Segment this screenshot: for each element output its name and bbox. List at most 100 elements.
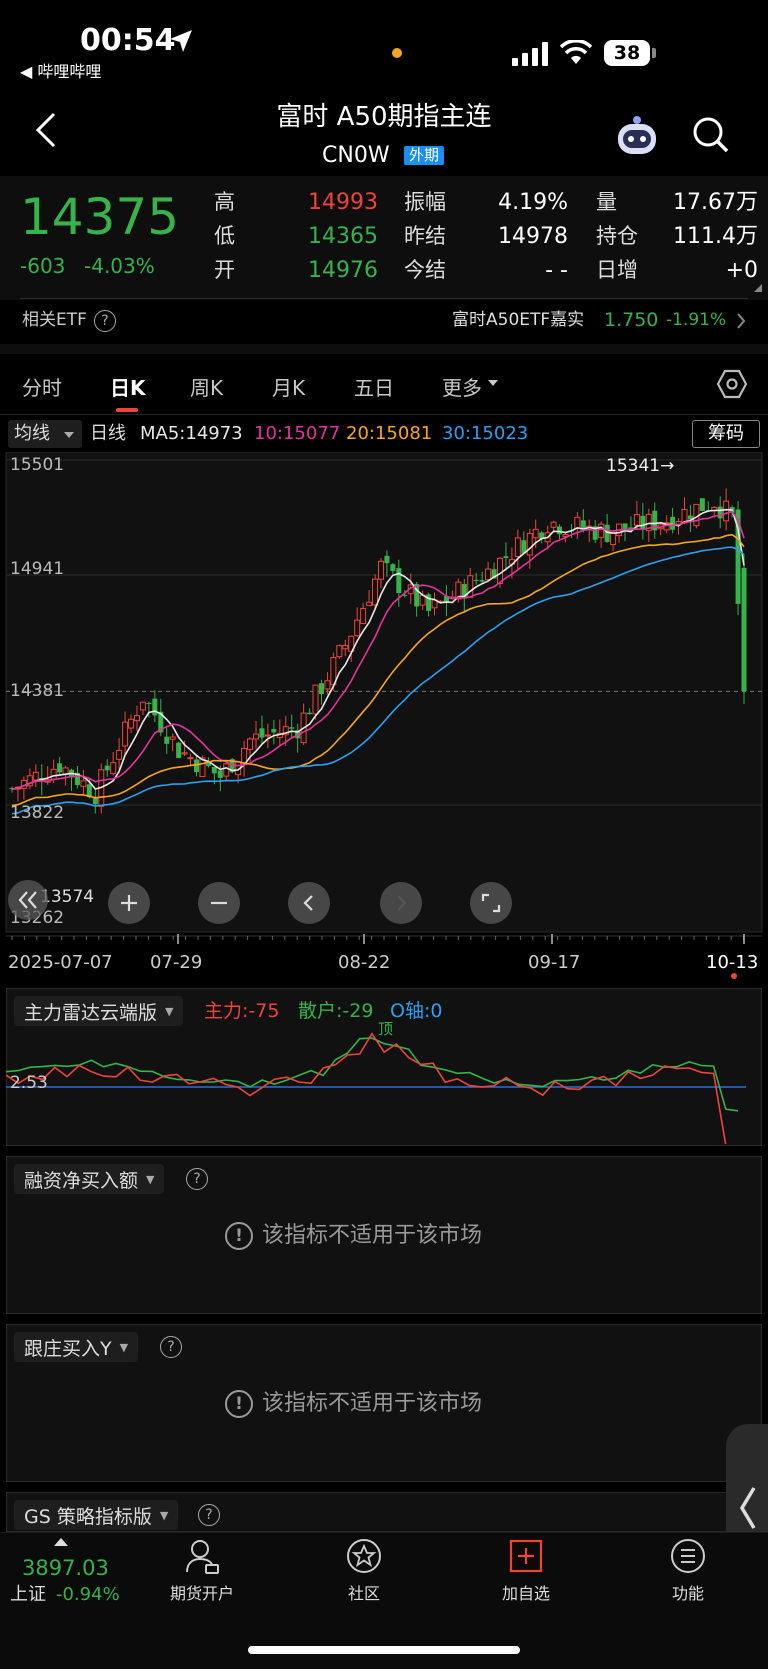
follow-selector[interactable]: 跟庄买入Y ▼: [14, 1332, 139, 1362]
expand-corner-icon[interactable]: [754, 284, 762, 292]
nav-futures-account[interactable]: 期货开户: [142, 1538, 262, 1604]
candle-body: [181, 752, 188, 755]
etf-name[interactable]: 富时A50ETF嘉实: [452, 312, 584, 329]
not-applicable-message: 该指标不适用于该市场: [262, 1223, 483, 1248]
help-icon[interactable]: ?: [186, 1168, 208, 1190]
candle-body: [485, 568, 492, 581]
prev-settle-value: 14978: [498, 224, 568, 249]
dropdown-arrow: [64, 432, 74, 438]
price-change-pct: -4.03%: [84, 254, 155, 278]
etf-price: 1.750: [604, 309, 659, 331]
candle-body: [342, 644, 349, 650]
chevron-left-icon: [739, 1487, 756, 1529]
help-icon[interactable]: ?: [160, 1336, 182, 1358]
candle-body: [717, 506, 723, 519]
financing-name: 融资净买入额: [24, 1169, 139, 1192]
candle-body: [122, 721, 129, 747]
top-signal-label: 顶: [378, 1020, 394, 1038]
candle-body: [164, 736, 170, 744]
divider: [0, 414, 768, 415]
candle-body: [271, 729, 277, 733]
index-change: -0.94%: [56, 1584, 120, 1605]
tab-intraday[interactable]: 分时: [22, 372, 62, 401]
settings-hexagon-icon[interactable]: [716, 368, 748, 400]
candle-body: [479, 580, 485, 582]
section-gap: [0, 344, 768, 354]
candle-body: [497, 557, 503, 584]
tab-more[interactable]: 更多: [442, 372, 482, 401]
robot-assistant-icon[interactable]: [614, 112, 660, 158]
retail-line: [6, 1037, 739, 1112]
candle-body: [377, 560, 384, 580]
x-axis-label: 2025-07-07: [8, 952, 113, 973]
not-applicable-message: 该指标不适用于该市场: [262, 1391, 483, 1416]
candle-body: [514, 537, 521, 558]
tab-five-day[interactable]: 五日: [354, 372, 394, 401]
candle-body: [598, 523, 605, 538]
help-icon[interactable]: ?: [94, 310, 116, 332]
candle-body: [324, 680, 331, 690]
nav-community[interactable]: 社区: [304, 1538, 424, 1604]
chart-collapse-button[interactable]: [8, 880, 48, 920]
candle-body: [580, 520, 586, 529]
scroll-left-button[interactable]: [288, 882, 330, 924]
battery-icon: 38: [604, 40, 650, 66]
candle-body: [366, 601, 373, 607]
prev-settle-label: 昨结: [404, 224, 446, 248]
main-force-line: [6, 1032, 727, 1144]
candle-body: [205, 763, 211, 766]
nav-add-watchlist[interactable]: 加自选: [466, 1538, 586, 1604]
low-value: 14365: [308, 224, 378, 249]
amplitude-label: 振幅: [404, 190, 446, 214]
menu-circle-icon: [671, 1539, 705, 1573]
follow-name: 跟庄买入Y: [24, 1337, 112, 1360]
candle-body: [289, 727, 295, 729]
etf-label: 相关ETF: [22, 310, 87, 330]
plus-icon: [121, 895, 137, 911]
info-icon: !: [225, 1222, 253, 1250]
index-up-arrow: [54, 1538, 68, 1546]
zoom-in-button[interactable]: [108, 882, 150, 924]
help-icon[interactable]: ?: [198, 1504, 220, 1526]
tab-weekly-k[interactable]: 周K: [190, 372, 223, 401]
financing-selector[interactable]: 融资净买入额 ▼: [14, 1164, 165, 1194]
chevron-right-icon[interactable]: [736, 312, 746, 330]
candle-body: [467, 575, 474, 598]
candle-body: [187, 757, 194, 760]
gs-selector[interactable]: GS 策略指标版 ▼: [14, 1500, 179, 1530]
candle-body: [57, 763, 63, 773]
tab-daily-k[interactable]: 日K: [110, 372, 146, 401]
candle-body: [670, 516, 676, 530]
ma5-value: MA5:14973: [140, 423, 243, 444]
scroll-right-button[interactable]: [380, 882, 422, 924]
candle-body: [396, 568, 402, 594]
search-icon[interactable]: [692, 116, 730, 154]
candle-body: [550, 521, 557, 528]
low-label: 低: [214, 224, 235, 248]
volume-value: 17.67万: [673, 190, 758, 215]
back-to-app-link[interactable]: ◀ 哔哩哔哩: [20, 64, 101, 80]
candle-body: [503, 556, 509, 559]
index-value[interactable]: 3897.03: [22, 1558, 109, 1579]
nav-label: 功能: [671, 1584, 704, 1603]
clock: 00:54: [80, 23, 176, 58]
candle-body: [372, 578, 379, 606]
fullscreen-button[interactable]: [470, 882, 512, 924]
chip-distribution-button[interactable]: 筹码: [692, 420, 760, 448]
y-tick-label: 14941: [10, 559, 65, 579]
zoom-out-button[interactable]: [198, 882, 240, 924]
wifi-icon: [560, 40, 592, 64]
minus-icon: [211, 901, 227, 905]
candle-body: [633, 513, 640, 526]
today-settle-value: - -: [545, 258, 568, 283]
recording-dot: [392, 48, 402, 58]
candle-body: [50, 768, 57, 780]
y-tick-label: 14381: [10, 681, 65, 701]
double-chevron-left-icon: [18, 891, 37, 909]
x-axis-label: 09-17: [528, 952, 581, 973]
current-day-dot: [731, 973, 737, 979]
nav-functions[interactable]: 功能: [628, 1538, 748, 1604]
tab-monthly-k[interactable]: 月K: [272, 372, 305, 401]
divider: [20, 298, 748, 299]
chevron-right-icon: [397, 895, 407, 911]
